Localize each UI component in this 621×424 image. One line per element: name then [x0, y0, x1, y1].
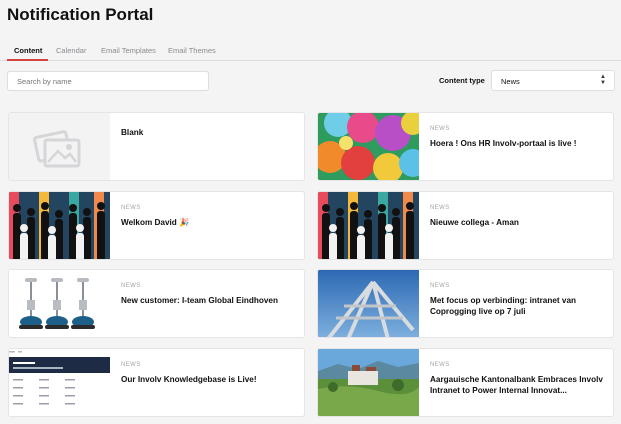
- card-type: NEWS: [430, 283, 450, 289]
- card-type: NEWS: [121, 283, 141, 289]
- content-card-news[interactable]: NEWS Met focus op verbinding: intranet v…: [317, 269, 614, 338]
- content-card-news[interactable]: NEWS Nieuwe collega - Aman: [317, 191, 614, 260]
- image-placeholder-icon: [33, 130, 81, 168]
- content-card-news[interactable]: NEWS Our Involv Knowledgebase is Live!: [8, 348, 305, 417]
- content-type-select[interactable]: News ▲ ▼: [491, 70, 615, 91]
- balloons-image: [318, 113, 419, 180]
- thumbnail: [318, 113, 419, 180]
- card-title: New customer: I-team Global Eindhoven: [121, 296, 278, 305]
- card-type: NEWS: [430, 126, 450, 132]
- thumbnail: [318, 192, 419, 259]
- tab-bar: Content Calendar Email Templates Email T…: [0, 43, 621, 61]
- people-illustration: [9, 192, 110, 259]
- tab-content[interactable]: Content: [14, 46, 42, 55]
- card-type: NEWS: [121, 362, 141, 368]
- thumbnail: [9, 113, 110, 180]
- thumbnail: [318, 270, 419, 337]
- content-type-label: Content type: [439, 76, 485, 85]
- thumbnail: [9, 192, 110, 259]
- card-title: Hoera ! Ons HR Involv-portaal is live !: [430, 139, 577, 148]
- content-type-value: News: [501, 77, 520, 86]
- tab-email-themes[interactable]: Email Themes: [168, 46, 216, 55]
- chevron-updown-icon: ▲ ▼: [600, 74, 606, 86]
- tab-email-templates[interactable]: Email Templates: [101, 46, 156, 55]
- thumbnail: [9, 349, 110, 416]
- card-title: Our Involv Knowledgebase is Live!: [121, 375, 257, 384]
- card-title: Blank: [121, 128, 144, 137]
- page-title: Notification Portal: [7, 5, 154, 24]
- card-type: NEWS: [121, 205, 141, 211]
- content-card-blank[interactable]: Blank: [8, 112, 305, 181]
- thumbnail: [9, 270, 110, 337]
- thumbnail: [318, 349, 419, 416]
- content-card-news[interactable]: NEWS Hoera ! Ons HR Involv-portaal is li…: [317, 112, 614, 181]
- content-card-news[interactable]: NEWS New customer: I-team Global Eindhov…: [8, 269, 305, 338]
- knowledgebase-screenshot: [9, 349, 110, 416]
- search-input[interactable]: [7, 71, 209, 91]
- active-tab-indicator: [7, 59, 48, 61]
- machines-image: [9, 270, 110, 337]
- tab-calendar[interactable]: Calendar: [56, 46, 86, 55]
- content-card-news[interactable]: NEWS Welkom David 🎉: [8, 191, 305, 260]
- card-title: Welkom David 🎉: [121, 218, 190, 227]
- landscape-image: [318, 349, 419, 416]
- content-card-news[interactable]: NEWS Aargauische Kantonalbank Embraces I…: [317, 348, 614, 417]
- card-title: Met focus op verbinding: intranet van Co…: [430, 296, 577, 316]
- card-type: NEWS: [430, 205, 450, 211]
- card-title: Aargauische Kantonalbank Embraces Involv…: [430, 375, 603, 395]
- card-title: Nieuwe collega - Aman: [430, 218, 519, 227]
- people-illustration: [318, 192, 419, 259]
- card-type: NEWS: [430, 362, 450, 368]
- structure-image: [318, 270, 419, 337]
